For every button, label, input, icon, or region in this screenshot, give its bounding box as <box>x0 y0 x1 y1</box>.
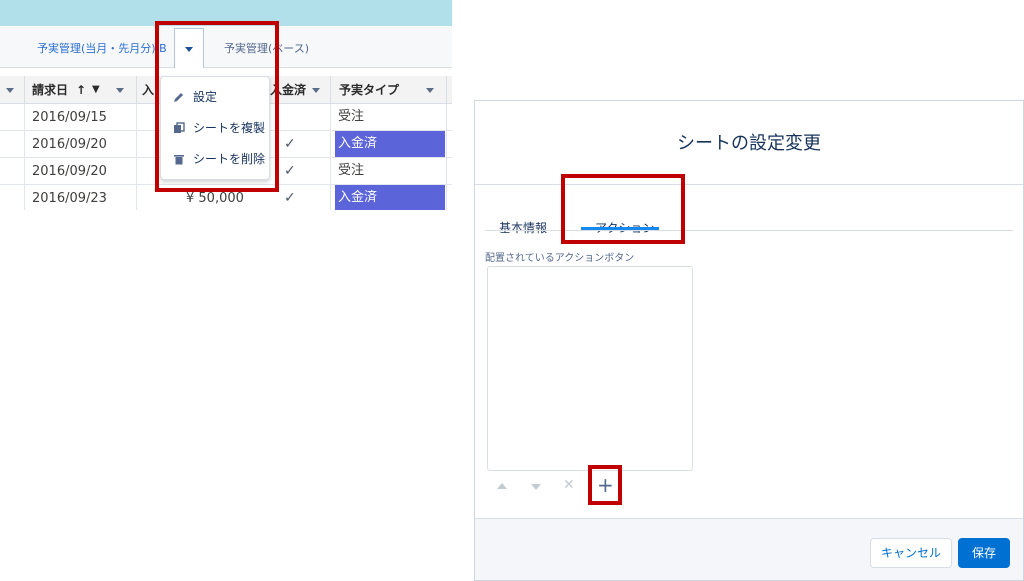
sheet-tab-dropdown-button[interactable] <box>174 28 204 68</box>
invoice-date: 2016/09/23 <box>32 191 107 206</box>
save-button[interactable]: 保存 <box>958 538 1010 568</box>
chevron-down-icon <box>185 47 193 52</box>
move-down-icon[interactable] <box>531 484 541 490</box>
type-cell: 入金済 <box>335 131 445 157</box>
type-cell: 受注 <box>338 163 365 178</box>
action-buttons-label: 配置されているアクションボタン <box>485 253 635 264</box>
modal-title: シートの設定変更 <box>677 133 821 154</box>
sheet-options-menu: 設定 シートを複製 シートを削除 <box>160 76 270 180</box>
copy-icon <box>174 122 185 133</box>
menu-item-delete[interactable]: シートを削除 <box>161 145 271 173</box>
pencil-icon <box>174 93 183 102</box>
checkmark-icon: ✓ <box>284 163 296 179</box>
column-menu-icon[interactable] <box>116 88 124 93</box>
cancel-button[interactable]: キャンセル <box>870 538 952 568</box>
menu-item-label: 設定 <box>193 90 218 104</box>
sheet-screenshot: 予実管理(当月・先月分) B 予実管理(ベース) 請求日 ↑ ▼ 入 入金済 予… <box>0 0 452 210</box>
tab-divider <box>485 230 1013 231</box>
column-menu-icon[interactable] <box>6 88 14 93</box>
column-header-invoice-date[interactable]: 請求日 <box>32 76 68 104</box>
table-row[interactable]: 2016/09/23 ¥ 50,000 ✓ 入金済 <box>0 185 452 210</box>
invoice-date: 2016/09/15 <box>32 110 107 125</box>
action-buttons-listbox[interactable] <box>487 266 693 471</box>
amount-value: ¥ 50,000 <box>186 191 244 206</box>
menu-item-label: シートを削除 <box>193 152 266 166</box>
add-icon[interactable]: + <box>597 473 614 497</box>
sheet-settings-modal: シートの設定変更 基本情報 アクション 配置されているアクションボタン ✕ + … <box>474 100 1024 581</box>
sheet-tab-bar: 予実管理(当月・先月分) B 予実管理(ベース) <box>0 26 452 68</box>
menu-item-settings[interactable]: 設定 <box>161 83 271 111</box>
checkmark-icon: ✓ <box>284 190 296 206</box>
tab-sheet-base[interactable]: 予実管理(ベース) <box>224 40 309 56</box>
tab-basic-info[interactable]: 基本情報 <box>499 219 547 236</box>
column-header-paid[interactable]: 入金済 <box>270 76 306 104</box>
type-cell: 入金済 <box>335 185 445 210</box>
column-header-type[interactable]: 予実タイプ <box>339 76 399 104</box>
menu-item-label: シートを複製 <box>193 121 266 135</box>
sort-ascending-icon[interactable]: ↑ <box>76 76 86 104</box>
type-cell: 受注 <box>338 109 365 124</box>
filter-icon[interactable]: ▼ <box>92 76 100 104</box>
invoice-date: 2016/09/20 <box>32 164 107 179</box>
remove-icon[interactable]: ✕ <box>563 477 575 493</box>
menu-item-duplicate[interactable]: シートを複製 <box>161 114 271 142</box>
move-up-icon[interactable] <box>497 483 507 489</box>
column-header-amount[interactable]: 入 <box>142 76 154 104</box>
modal-header: シートの設定変更 <box>475 101 1023 185</box>
invoice-date: 2016/09/20 <box>32 137 107 152</box>
trash-icon <box>174 155 184 165</box>
tab-sheet-current[interactable]: 予実管理(当月・先月分) B <box>37 40 167 56</box>
column-menu-icon[interactable] <box>312 88 320 93</box>
app-top-bar <box>0 0 452 26</box>
checkmark-icon: ✓ <box>284 136 296 152</box>
column-menu-icon[interactable] <box>426 88 434 93</box>
